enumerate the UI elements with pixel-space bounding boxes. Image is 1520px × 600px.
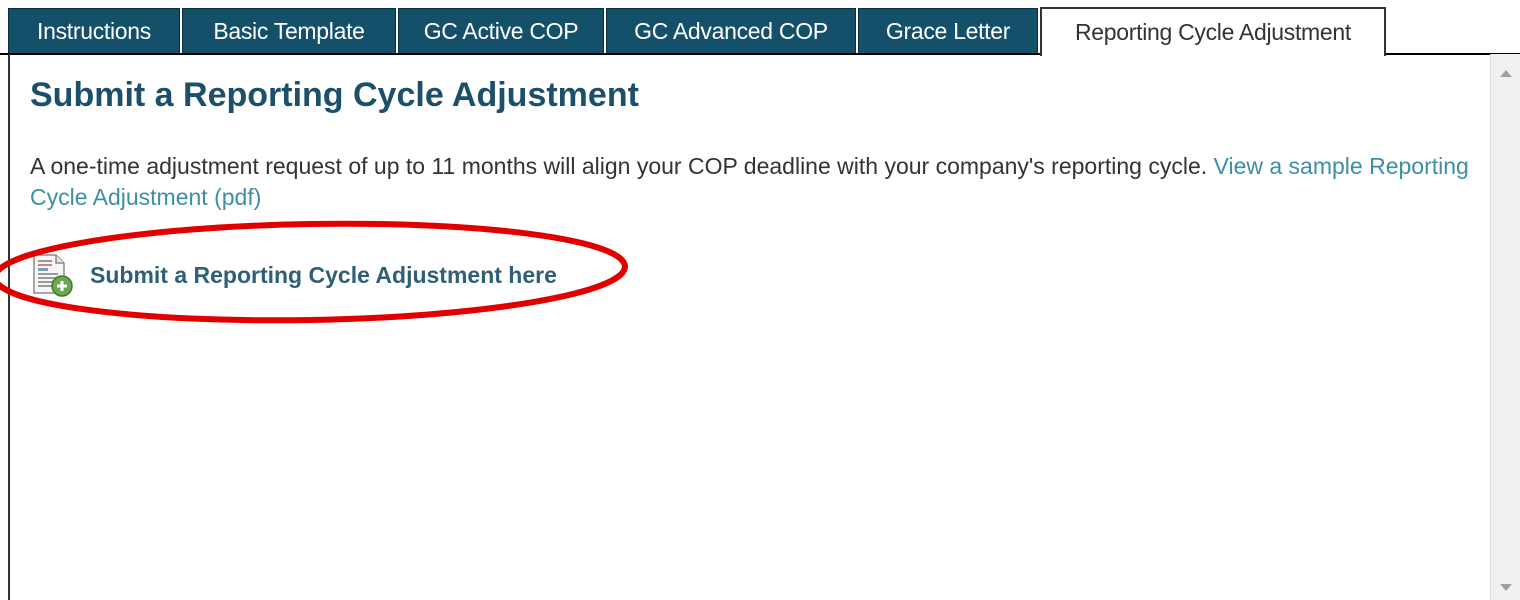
tab-gc-advanced-cop[interactable]: GC Advanced COP — [606, 8, 856, 54]
scroll-up-icon[interactable] — [1500, 70, 1512, 77]
description-text: A one-time adjustment request of up to 1… — [30, 153, 1208, 179]
tab-grace-letter[interactable]: Grace Letter — [858, 8, 1038, 54]
description: A one-time adjustment request of up to 1… — [30, 151, 1470, 213]
tab-basic-template[interactable]: Basic Template — [182, 8, 396, 54]
submit-adjustment-action[interactable]: Submit a Reporting Cycle Adjustment here — [30, 252, 557, 298]
tab-bar: Instructions Basic Template GC Active CO… — [0, 0, 1520, 56]
scroll-down-icon[interactable] — [1500, 584, 1512, 591]
tab-instructions[interactable]: Instructions — [8, 8, 180, 54]
tab-gc-active-cop[interactable]: GC Active COP — [398, 8, 604, 54]
submit-adjustment-link[interactable]: Submit a Reporting Cycle Adjustment here — [90, 262, 557, 289]
page-title: Submit a Reporting Cycle Adjustment — [30, 76, 639, 114]
tab-reporting-cycle-adjustment[interactable]: Reporting Cycle Adjustment — [1040, 7, 1386, 56]
vertical-scrollbar[interactable] — [1490, 54, 1520, 600]
content-pane — [8, 54, 1490, 600]
document-add-icon[interactable] — [30, 252, 74, 298]
